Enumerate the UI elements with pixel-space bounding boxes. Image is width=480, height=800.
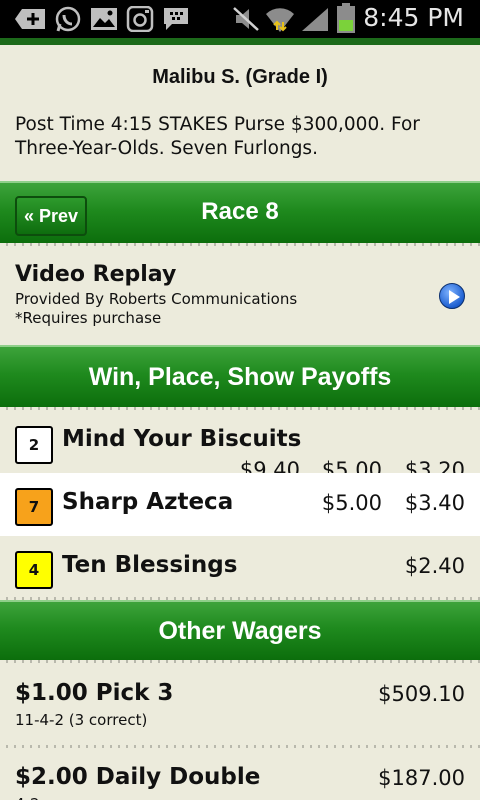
clock: 8:45 PM <box>363 3 464 32</box>
video-note: *Requires purchase <box>15 309 162 327</box>
race-description: Post Time 4:15 STAKES Purse $300,000. Fo… <box>15 114 420 159</box>
add-icon <box>15 9 45 29</box>
race-title: Malibu S. (Grade I) <box>152 66 328 88</box>
wager-combination: 4-2 <box>15 795 40 800</box>
show-payoff: $2.40 <box>404 554 465 578</box>
wager-payout: $509.10 <box>378 682 465 706</box>
divider <box>0 745 480 748</box>
wager-name: $1.00 Pick 3 <box>15 680 174 706</box>
play-icon[interactable] <box>439 283 465 309</box>
post-position-badge: 2 <box>15 426 53 464</box>
wager-name: $2.00 Daily Double <box>15 764 261 790</box>
mute-icon <box>233 7 259 31</box>
video-replay-title: Video Replay <box>15 262 177 287</box>
wager-combination: 11-4-2 (3 correct) <box>15 711 148 729</box>
show-payoff: $3.40 <box>404 491 465 515</box>
other-wagers-title: Other Wagers <box>158 617 322 645</box>
instagram-icon <box>126 6 154 32</box>
status-bar: 8:45 PM <box>0 0 480 38</box>
other-wagers-header: Other Wagers <box>0 600 480 660</box>
horse-name: Mind Your Biscuits <box>62 426 302 452</box>
payoff-row: 2 Mind Your Biscuits $9.40 $5.00 $3.20 <box>0 410 480 482</box>
post-position-badge: 4 <box>15 551 53 589</box>
bbm-icon <box>164 8 188 30</box>
prev-race-button[interactable]: « Prev <box>15 196 87 236</box>
wifi-icon <box>266 8 294 32</box>
horse-name: Ten Blessings <box>62 552 238 578</box>
post-position-badge: 7 <box>15 488 53 526</box>
signal-icon <box>302 8 328 31</box>
header-accent-line <box>0 38 480 45</box>
battery-icon <box>337 3 355 33</box>
whatsapp-icon <box>55 6 81 32</box>
gallery-icon <box>91 8 117 30</box>
video-provider: Provided By Roberts Communications <box>15 290 298 308</box>
payoffs-title: Win, Place, Show Payoffs <box>88 363 392 391</box>
payoff-row: 4 Ten Blessings $2.40 <box>0 536 480 599</box>
payoffs-header: Win, Place, Show Payoffs <box>0 345 480 407</box>
horse-name: Sharp Azteca <box>62 489 234 515</box>
wager-payout: $187.00 <box>378 766 465 790</box>
payoff-row: 7 Sharp Azteca $5.00 $3.40 <box>0 473 480 536</box>
divider <box>0 660 480 663</box>
place-payoff: $5.00 <box>321 491 382 515</box>
